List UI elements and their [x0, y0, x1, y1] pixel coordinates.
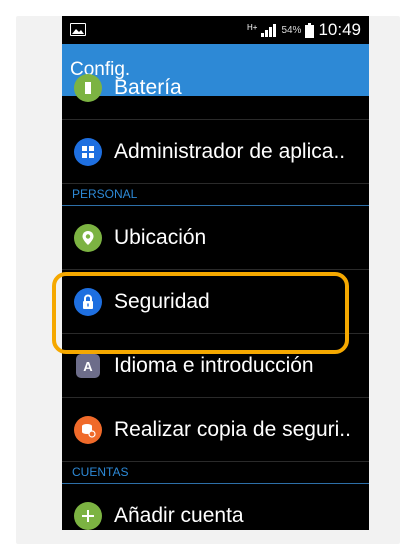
settings-item-label: Seguridad [114, 289, 210, 313]
section-header-label: PERSONAL [72, 187, 138, 201]
settings-item-label: Idioma e introducción [114, 353, 314, 377]
settings-item-bateria[interactable]: Batería [62, 56, 369, 120]
section-header-label: CUENTAS [72, 465, 129, 479]
settings-item-idioma[interactable]: A Idioma e introducción [62, 334, 369, 398]
settings-item-seguridad[interactable]: Seguridad [62, 270, 369, 334]
settings-item-ubicacion[interactable]: Ubicación [62, 206, 369, 270]
settings-item-copia-seguridad[interactable]: Realizar copia de seguri.. [62, 398, 369, 462]
phone-screen: H+ 54% 10:49 Config. Batería Administrad… [62, 16, 369, 530]
network-signal-icon: H+ [247, 23, 277, 37]
location-pin-icon [74, 223, 102, 252]
status-bar: H+ 54% 10:49 [62, 16, 369, 44]
settings-item-anadir-cuenta[interactable]: Añadir cuenta [62, 484, 369, 530]
lock-icon [74, 287, 102, 316]
battery-percentage: 54% [281, 24, 302, 36]
language-a-icon: A [76, 353, 100, 378]
section-header-personal: PERSONAL [62, 184, 369, 206]
section-header-cuentas: CUENTAS [62, 462, 369, 484]
svg-text:A: A [83, 359, 93, 373]
settings-item-label: Administrador de aplica.. [114, 139, 346, 163]
apps-grid-icon [74, 137, 102, 166]
settings-item-label: Añadir cuenta [114, 504, 244, 527]
settings-item-label: Ubicación [114, 225, 207, 249]
battery-icon [305, 22, 315, 38]
settings-item-label: Realizar copia de seguri.. [114, 417, 351, 441]
add-icon [74, 502, 102, 530]
gallery-notification-icon [70, 23, 86, 36]
backup-icon [74, 415, 102, 444]
settings-item-label: Batería [114, 75, 182, 99]
settings-item-administrador-aplicaciones[interactable]: Administrador de aplica.. [62, 120, 369, 184]
battery-icon [74, 73, 102, 102]
network-type-text: H+ [247, 23, 258, 32]
status-clock: 10:49 [318, 20, 361, 39]
